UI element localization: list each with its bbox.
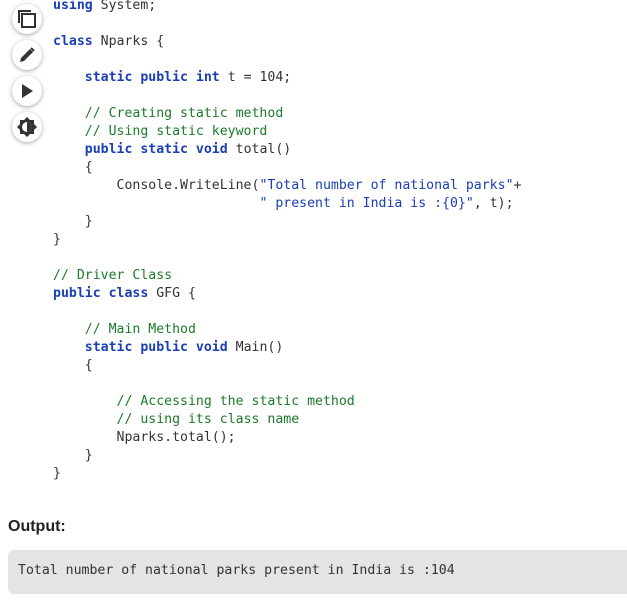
code-line: } bbox=[53, 447, 521, 465]
code-line: } bbox=[53, 213, 521, 231]
code-line: { bbox=[53, 357, 521, 375]
output-box: Total number of national parks present i… bbox=[8, 550, 627, 594]
code-token: Nparks { bbox=[92, 34, 165, 49]
code-token: public static void bbox=[84, 142, 228, 157]
code-line: // Main Method bbox=[53, 321, 521, 339]
code-token: } bbox=[53, 232, 61, 247]
code-token: + bbox=[513, 178, 522, 193]
code-line: public static void total() bbox=[53, 141, 521, 159]
pencil-icon bbox=[20, 47, 35, 62]
play-icon bbox=[22, 84, 33, 98]
edit-button[interactable] bbox=[12, 40, 42, 70]
code-token: public class bbox=[53, 286, 149, 301]
code-token: static public int bbox=[84, 70, 220, 85]
code-line: // Creating static method bbox=[53, 105, 521, 123]
code-line: public class GFG { bbox=[53, 285, 521, 303]
run-button[interactable] bbox=[12, 76, 42, 106]
output-label: Output: bbox=[8, 518, 66, 535]
code-token: } bbox=[53, 466, 61, 481]
code-line: // Using static keyword bbox=[53, 123, 521, 141]
theme-button[interactable] bbox=[12, 112, 42, 142]
code-token: { bbox=[53, 358, 93, 373]
code-line: Nparks.total(); bbox=[53, 429, 521, 447]
code-token: { bbox=[53, 160, 93, 175]
brightness-icon bbox=[17, 117, 37, 137]
code-token: class bbox=[53, 34, 93, 49]
code-line: Console.WriteLine("Total number of natio… bbox=[53, 177, 522, 195]
code-token: // Accessing the static method bbox=[116, 394, 355, 409]
code-line: // using its class name bbox=[53, 411, 521, 429]
code-line: using System; bbox=[53, 0, 521, 15]
code-line: // Driver Class bbox=[53, 267, 521, 285]
code-token: Console.WriteLine( bbox=[53, 178, 260, 193]
code-token: System; bbox=[92, 0, 157, 13]
code-token: Nparks.total(); bbox=[53, 430, 236, 445]
code-token: // Creating static method bbox=[84, 106, 284, 121]
code-line: static public void Main() bbox=[53, 339, 521, 357]
code-line: class Nparks { bbox=[53, 33, 521, 51]
code-line: { bbox=[53, 159, 521, 177]
code-line: static public int t = 104; bbox=[53, 69, 521, 87]
code-block: using System; class Nparks { static publi… bbox=[53, 0, 521, 483]
code-line: } bbox=[53, 465, 521, 483]
code-line: // Accessing the static method bbox=[53, 393, 521, 411]
code-token: , t); bbox=[473, 196, 514, 211]
code-token: // using its class name bbox=[116, 412, 300, 427]
code-token: using bbox=[53, 0, 93, 13]
code-token: // Driver Class bbox=[53, 268, 173, 283]
code-token: GFG { bbox=[148, 286, 196, 301]
code-token: // Main Method bbox=[84, 322, 196, 337]
code-token: t = 104; bbox=[219, 70, 292, 85]
code-line: " present in India is :{0}", t); bbox=[53, 195, 521, 213]
code-line: } bbox=[53, 231, 521, 249]
copy-button[interactable] bbox=[12, 4, 42, 34]
code-token: // Using static keyword bbox=[84, 124, 268, 139]
code-token: } bbox=[53, 448, 93, 463]
code-token: } bbox=[53, 214, 93, 229]
code-token: Main() bbox=[227, 340, 284, 355]
copy-icon bbox=[18, 10, 36, 28]
code-token: total() bbox=[227, 142, 292, 157]
code-token: "Total number of national parks" bbox=[259, 178, 514, 193]
code-token: " present in India is :{0}" bbox=[259, 196, 474, 211]
code-token: static public void bbox=[84, 340, 228, 355]
